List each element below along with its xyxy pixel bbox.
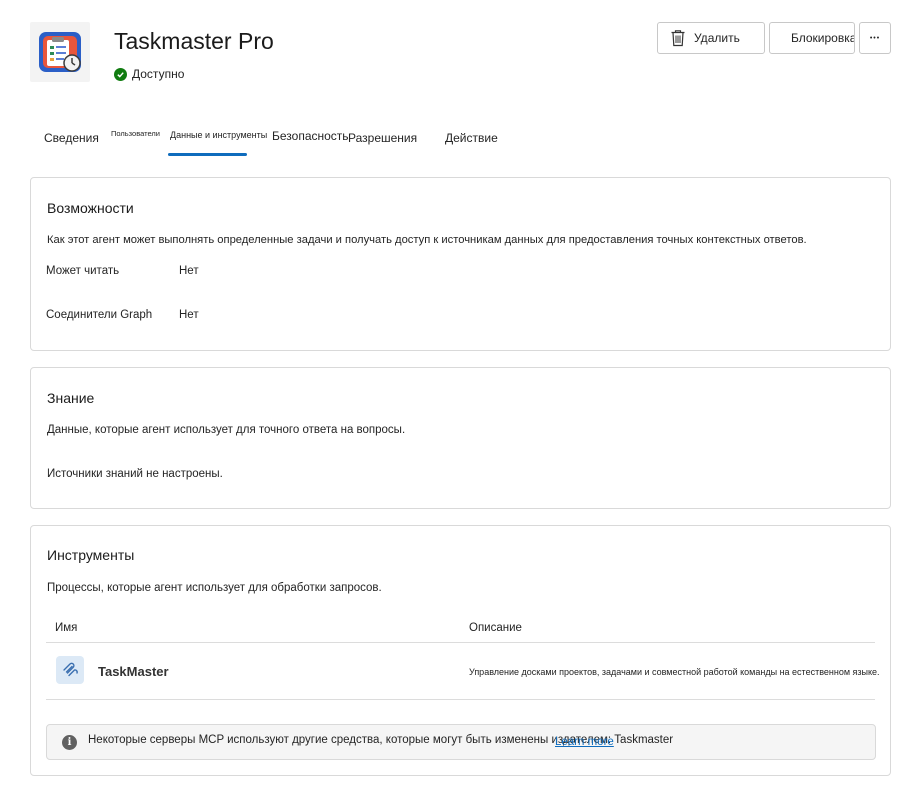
status-label: Доступно	[132, 67, 185, 81]
mcp-server-icon	[63, 662, 78, 677]
info-icon: i	[62, 735, 77, 750]
tool-name: TaskMaster	[98, 664, 169, 679]
tab-security[interactable]: Безопасность	[272, 129, 349, 143]
graph-connectors-label: Соединители Graph	[46, 309, 153, 321]
tab-data-and-tools[interactable]: Данные и инструменты	[170, 130, 267, 140]
check-circle-icon	[114, 67, 127, 81]
table-header-divider	[46, 642, 875, 643]
more-options-button[interactable]: •••	[859, 22, 891, 54]
tab-details[interactable]: Сведения	[44, 131, 99, 145]
table-row-divider	[46, 699, 875, 700]
tool-description: Управление досками проектов, задачами и …	[469, 667, 880, 677]
tool-icon	[56, 656, 84, 684]
active-tab-indicator	[168, 153, 247, 156]
trash-icon	[671, 30, 685, 47]
tools-card: Инструменты Процессы, которые агент испо…	[30, 525, 891, 776]
tab-users[interactable]: Пользователи	[111, 129, 160, 138]
capabilities-title: Возможности	[47, 200, 134, 216]
graph-connectors-value: Нет	[179, 309, 199, 321]
tools-description: Процессы, которые агент использует для о…	[47, 582, 382, 594]
block-button[interactable]: Блокировка	[769, 22, 855, 54]
status-indicator: Доступно	[114, 67, 184, 81]
can-read-value: Нет	[179, 265, 199, 277]
can-read-label: Может читать	[46, 265, 120, 277]
delete-button-label: Удалить	[694, 31, 740, 45]
column-header-name[interactable]: Имя	[55, 622, 77, 634]
knowledge-title: Знание	[47, 390, 95, 406]
knowledge-description: Данные, которые агент использует для точ…	[47, 424, 406, 436]
tab-activity[interactable]: Действие	[445, 131, 498, 145]
learn-more-link[interactable]: Learn more	[555, 736, 614, 748]
capabilities-card: Возможности Как этот агент может выполня…	[30, 177, 891, 351]
column-header-description[interactable]: Описание	[469, 622, 522, 634]
more-icon: •••	[869, 34, 881, 42]
delete-button[interactable]: Удалить	[657, 22, 765, 54]
block-button-label: Блокировка	[791, 31, 855, 45]
tools-title: Инструменты	[47, 547, 135, 563]
app-logo	[30, 22, 90, 82]
knowledge-card: Знание Данные, которые агент использует …	[30, 367, 891, 509]
mcp-notice-banner: i Некоторые серверы MCP используют други…	[46, 724, 876, 760]
taskmaster-logo-icon	[39, 32, 81, 72]
capabilities-description: Как этот агент может выполнять определен…	[47, 234, 807, 246]
page-title: Taskmaster Pro	[114, 28, 274, 54]
tab-permissions[interactable]: Разрешения	[348, 131, 417, 145]
knowledge-empty-text: Источники знаний не настроены.	[47, 468, 223, 480]
